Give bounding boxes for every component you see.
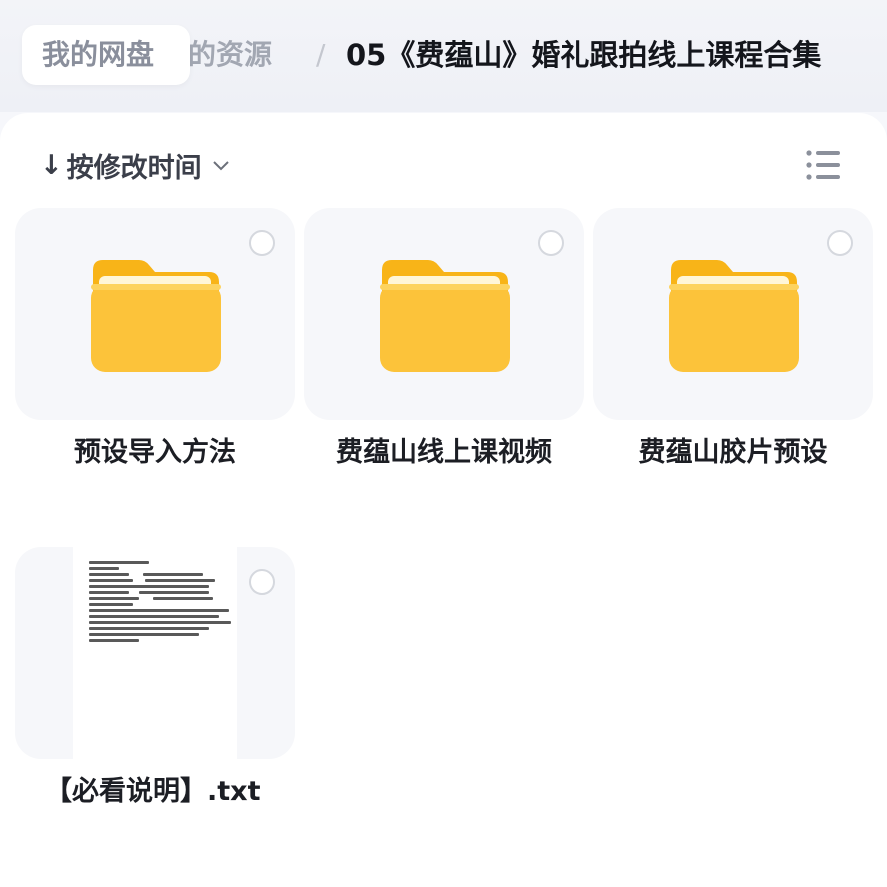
folder-icon [380,260,510,372]
folder-card[interactable] [15,208,295,420]
breadcrumb-item-root[interactable]: 我的网盘 [22,25,190,85]
select-checkbox[interactable] [827,230,853,256]
text-file-card[interactable] [15,547,295,759]
folder-card[interactable] [304,208,584,420]
select-checkbox[interactable] [249,230,275,256]
select-checkbox[interactable] [249,569,275,595]
folder-card[interactable] [593,208,873,420]
select-checkbox[interactable] [538,230,564,256]
file-name: 费蕴山胶片预设 [638,437,828,468]
file-name: 预设导入方法 [74,437,236,468]
sort-label: 按修改时间 [66,152,202,184]
sort-button[interactable]: ↓ 按修改时间 [40,140,230,190]
file-browser: 我的资源 我的网盘 / 05《费蕴山》婚礼跟拍线上课程合集 ↓ 按修改时间 预设… [0,0,887,887]
chevron-down-icon [212,161,229,171]
sort-direction-arrow: ↓ [40,149,63,181]
folder-icon [91,260,221,372]
file-name: 【必看说明】.txt [45,776,261,807]
txt-preview-icon [73,547,237,759]
folder-icon [669,260,799,372]
breadcrumb-separator: / [316,38,326,71]
breadcrumb-current-folder: 05《费蕴山》婚礼跟拍线上课程合集 [346,38,822,72]
list-view-icon[interactable] [805,148,841,182]
breadcrumb: 我的资源 我的网盘 / 05《费蕴山》婚礼跟拍线上课程合集 [0,0,887,112]
file-name: 费蕴山线上课视频 [336,437,552,468]
